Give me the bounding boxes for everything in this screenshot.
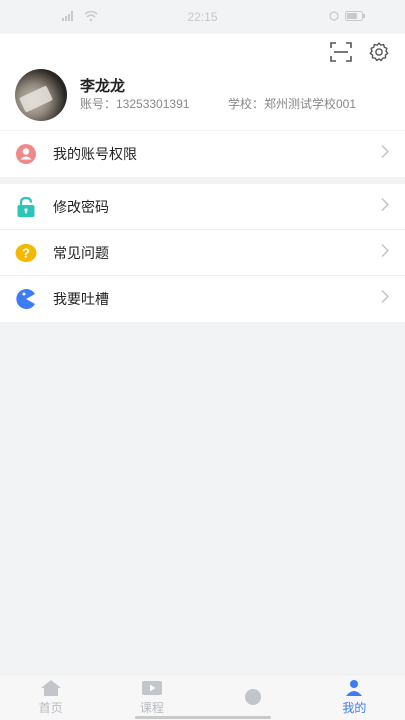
tab-label: 课程	[139, 701, 164, 715]
bottom-tab-bar: 首页 课程 我的	[0, 674, 405, 720]
account-number: 账号：13253301391	[80, 97, 190, 111]
signal-icon	[62, 10, 78, 24]
menu-label: 修改密码	[53, 198, 109, 215]
tab-courses[interactable]: 课程	[101, 675, 202, 720]
top-actions	[329, 40, 391, 64]
chevron-right-icon	[381, 197, 390, 216]
alarm-icon	[329, 10, 339, 24]
profile-card: 李龙龙 账号：13253301391 学校：郑州测试学校001	[0, 34, 405, 130]
tab-label: 首页	[38, 701, 63, 715]
battery-icon	[345, 10, 365, 24]
user-name: 李龙龙	[80, 78, 126, 95]
person-icon	[15, 143, 37, 165]
status-time: 22:15	[187, 10, 218, 24]
wifi-icon	[84, 10, 98, 24]
menu-group-settings: 修改密码 ? 常见问题 我要吐槽	[0, 184, 405, 322]
user-icon	[343, 679, 365, 697]
chevron-right-icon	[381, 289, 390, 309]
status-right	[329, 10, 365, 24]
status-left	[62, 10, 98, 24]
menu-item-change-password[interactable]: 修改密码	[0, 184, 405, 230]
menu-label: 我要吐槽	[53, 291, 109, 307]
svg-text:?: ?	[22, 245, 30, 260]
home-icon	[40, 679, 62, 697]
lock-icon	[15, 196, 37, 218]
menu-label: 常见问题	[53, 244, 109, 261]
chevron-right-icon	[381, 144, 390, 164]
pacman-icon	[15, 288, 37, 310]
school-name: 学校：郑州测试学校001	[228, 97, 357, 111]
scan-icon[interactable]	[329, 40, 353, 64]
settings-icon[interactable]	[367, 40, 391, 64]
chevron-right-icon	[381, 243, 390, 262]
question-icon: ?	[15, 242, 37, 264]
home-indicator	[135, 716, 271, 719]
discover-icon	[242, 688, 264, 706]
tab-label: 我的	[342, 701, 367, 715]
menu-item-faq[interactable]: ? 常见问题	[0, 230, 405, 276]
avatar[interactable]	[15, 69, 67, 121]
status-bar: 22:15	[0, 0, 405, 34]
video-icon	[141, 679, 163, 697]
tab-mine[interactable]: 我的	[304, 675, 405, 720]
tab-discover[interactable]	[203, 675, 304, 720]
tab-home[interactable]: 首页	[0, 675, 101, 720]
menu-group-account: 我的账号权限	[0, 131, 405, 177]
menu-item-feedback[interactable]: 我要吐槽	[0, 276, 405, 322]
menu-item-account-permissions[interactable]: 我的账号权限	[0, 131, 405, 177]
menu-label: 我的账号权限	[53, 146, 137, 162]
